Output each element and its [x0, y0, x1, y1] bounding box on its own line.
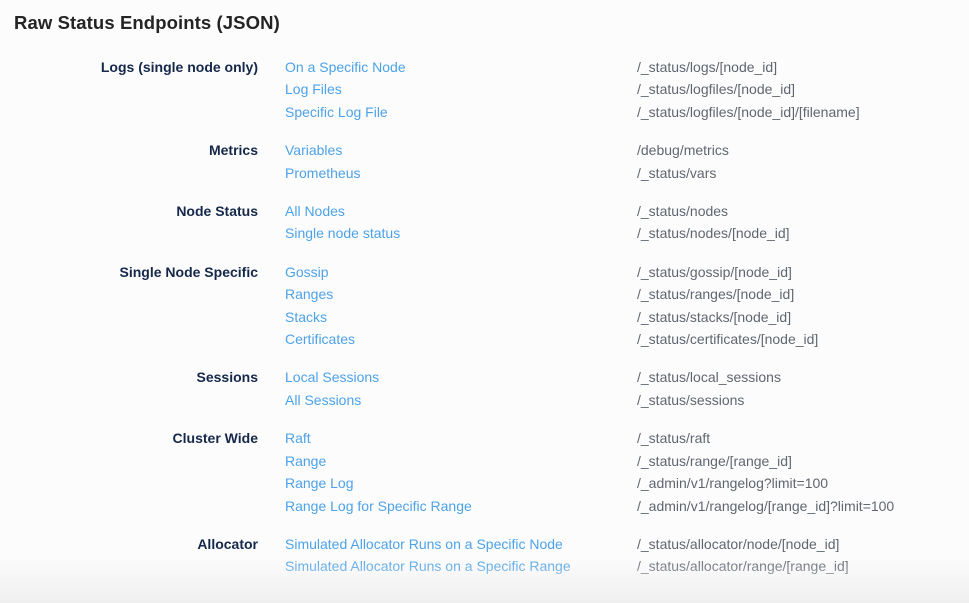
endpoint-url: /_status/gossip/[node_id]: [637, 261, 818, 283]
endpoint-url: /_status/logfiles/[node_id]: [637, 78, 860, 100]
endpoint-url: /_status/local_sessions: [637, 366, 781, 388]
debug-page: Raw Status Endpoints (JSON) Logs (single…: [0, 0, 969, 603]
endpoint-link[interactable]: Local Sessions: [285, 366, 637, 388]
endpoint-link[interactable]: Stacks: [285, 306, 637, 328]
endpoint-url: /_status/raft: [637, 427, 894, 449]
endpoint-link[interactable]: Raft: [285, 427, 637, 449]
section-category-label: Node Status: [0, 200, 258, 222]
section-links: VariablesPrometheus: [285, 139, 637, 184]
endpoint-link[interactable]: Log Files: [285, 78, 637, 100]
endpoint-url: /_status/vars: [637, 162, 729, 184]
endpoint-url: /_status/range/[range_id]: [637, 450, 894, 472]
endpoint-link[interactable]: On a Specific Node: [285, 56, 637, 78]
endpoint-url: /_admin/v1/rangelog?limit=100: [637, 472, 894, 494]
section-category-label: Cluster Wide: [0, 427, 258, 449]
section-links: Simulated Allocator Runs on a Specific N…: [285, 533, 637, 578]
endpoint-link[interactable]: Prometheus: [285, 162, 637, 184]
endpoint-link[interactable]: Specific Log File: [285, 101, 637, 123]
endpoint-link[interactable]: Variables: [285, 139, 637, 161]
endpoint-section: Allocator Simulated Allocator Runs on a …: [0, 533, 969, 578]
endpoint-link[interactable]: All Sessions: [285, 389, 637, 411]
endpoint-section: Logs (single node only) On a Specific No…: [0, 56, 969, 123]
endpoint-link[interactable]: Gossip: [285, 261, 637, 283]
endpoint-link[interactable]: Certificates: [285, 328, 637, 350]
section-category-label: Allocator: [0, 533, 258, 555]
section-links: RaftRangeRange LogRange Log for Specific…: [285, 427, 637, 517]
endpoint-link[interactable]: Ranges: [285, 283, 637, 305]
endpoint-sections: Logs (single node only) On a Specific No…: [0, 56, 969, 578]
section-category-label: Sessions: [0, 366, 258, 388]
endpoint-link[interactable]: Range Log for Specific Range: [285, 495, 637, 517]
endpoint-url: /_status/logfiles/[node_id]/[filename]: [637, 101, 860, 123]
endpoint-link[interactable]: Single node status: [285, 222, 637, 244]
section-urls: /_status/logs/[node_id]/_status/logfiles…: [637, 56, 860, 123]
endpoint-link[interactable]: Range: [285, 450, 637, 472]
endpoint-link[interactable]: Simulated Allocator Runs on a Specific R…: [285, 555, 637, 577]
endpoint-url: /_status/sessions: [637, 389, 781, 411]
endpoint-section: Sessions Local SessionsAll Sessions /_st…: [0, 366, 969, 411]
section-category-label: Logs (single node only): [0, 56, 258, 78]
section-urls: /debug/metrics/_status/vars: [637, 139, 729, 184]
page-title: Raw Status Endpoints (JSON): [14, 11, 969, 35]
section-urls: /_status/allocator/node/[node_id]/_statu…: [637, 533, 849, 578]
endpoint-url: /_status/certificates/[node_id]: [637, 328, 818, 350]
endpoint-section: Node Status All NodesSingle node status …: [0, 200, 969, 245]
endpoint-link[interactable]: Range Log: [285, 472, 637, 494]
endpoint-url: /_status/logs/[node_id]: [637, 56, 860, 78]
section-category-label: Metrics: [0, 139, 258, 161]
endpoint-url: /_status/allocator/node/[node_id]: [637, 533, 849, 555]
endpoint-url: /_admin/v1/rangelog/[range_id]?limit=100: [637, 495, 894, 517]
endpoint-section: Cluster Wide RaftRangeRange LogRange Log…: [0, 427, 969, 517]
endpoint-link[interactable]: Simulated Allocator Runs on a Specific N…: [285, 533, 637, 555]
endpoint-url: /debug/metrics: [637, 139, 729, 161]
section-category-label: Single Node Specific: [0, 261, 258, 283]
endpoint-url: /_status/nodes: [637, 200, 790, 222]
section-urls: /_status/raft/_status/range/[range_id]/_…: [637, 427, 894, 517]
section-links: GossipRangesStacksCertificates: [285, 261, 637, 351]
endpoint-url: /_status/stacks/[node_id]: [637, 306, 818, 328]
section-links: All NodesSingle node status: [285, 200, 637, 245]
endpoint-section: Single Node Specific GossipRangesStacksC…: [0, 261, 969, 351]
section-urls: /_status/local_sessions/_status/sessions: [637, 366, 781, 411]
endpoint-section: Metrics VariablesPrometheus /debug/metri…: [0, 139, 969, 184]
endpoint-url: /_status/ranges/[node_id]: [637, 283, 818, 305]
section-urls: /_status/gossip/[node_id]/_status/ranges…: [637, 261, 818, 351]
endpoint-link[interactable]: All Nodes: [285, 200, 637, 222]
endpoint-url: /_status/allocator/range/[range_id]: [637, 555, 849, 577]
section-links: On a Specific NodeLog FilesSpecific Log …: [285, 56, 637, 123]
endpoint-url: /_status/nodes/[node_id]: [637, 222, 790, 244]
section-links: Local SessionsAll Sessions: [285, 366, 637, 411]
section-urls: /_status/nodes/_status/nodes/[node_id]: [637, 200, 790, 245]
